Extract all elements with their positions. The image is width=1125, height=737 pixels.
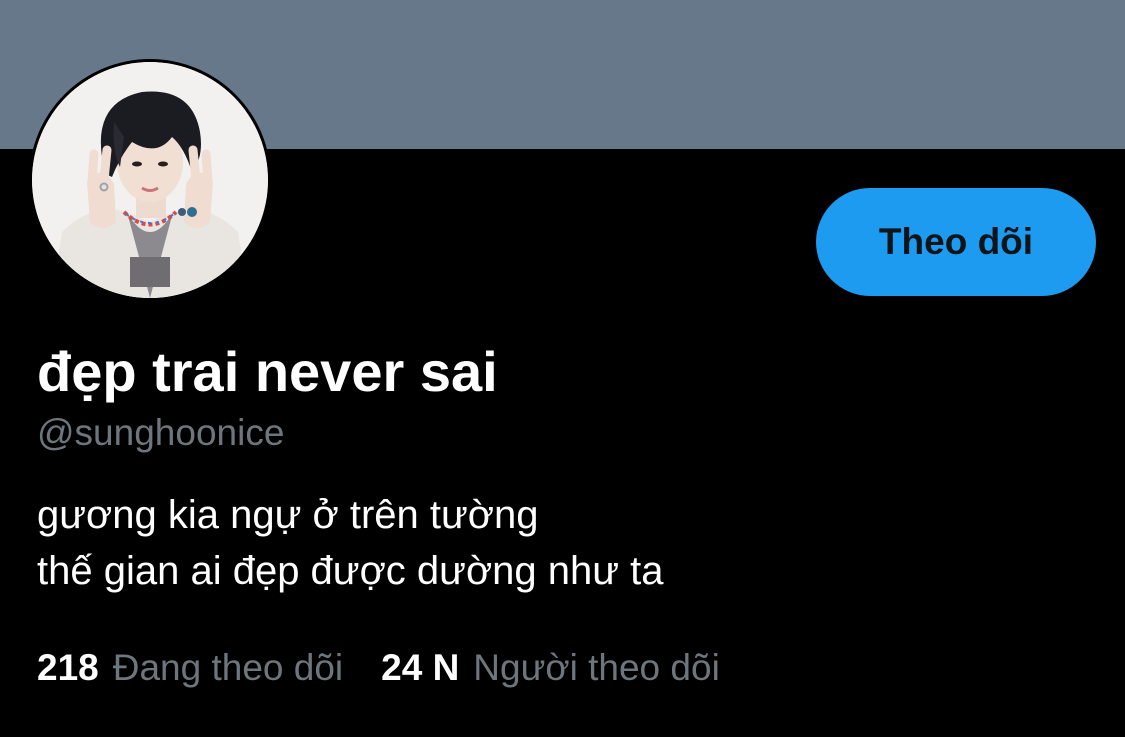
avatar-photo <box>32 62 268 298</box>
following-count: 218 <box>37 647 99 688</box>
following-label: Đang theo dõi <box>112 647 344 688</box>
followers-link[interactable]: 24 N Người theo dõi <box>381 645 720 691</box>
avatar[interactable] <box>29 59 271 301</box>
followers-count: 24 N <box>381 647 460 688</box>
profile-stats: 218 Đang theo dõi 24 N Người theo dõi <box>37 645 720 691</box>
bio-line: gương kia ngự ở trên tường <box>37 493 539 537</box>
following-link[interactable]: 218 Đang theo dõi <box>37 645 343 691</box>
username-handle: @sunghoonice <box>37 412 285 453</box>
bio-line: thế gian ai đẹp được dường như ta <box>37 549 664 593</box>
profile-bio: gương kia ngự ở trên tường thế gian ai đ… <box>37 487 664 599</box>
followers-label: Người theo dõi <box>473 647 720 688</box>
display-name: đẹp trai never sai <box>37 340 498 403</box>
profile-page: Theo dõi đẹp trai never sai @sunghoonice… <box>0 0 1125 737</box>
follow-button[interactable]: Theo dõi <box>816 188 1096 296</box>
